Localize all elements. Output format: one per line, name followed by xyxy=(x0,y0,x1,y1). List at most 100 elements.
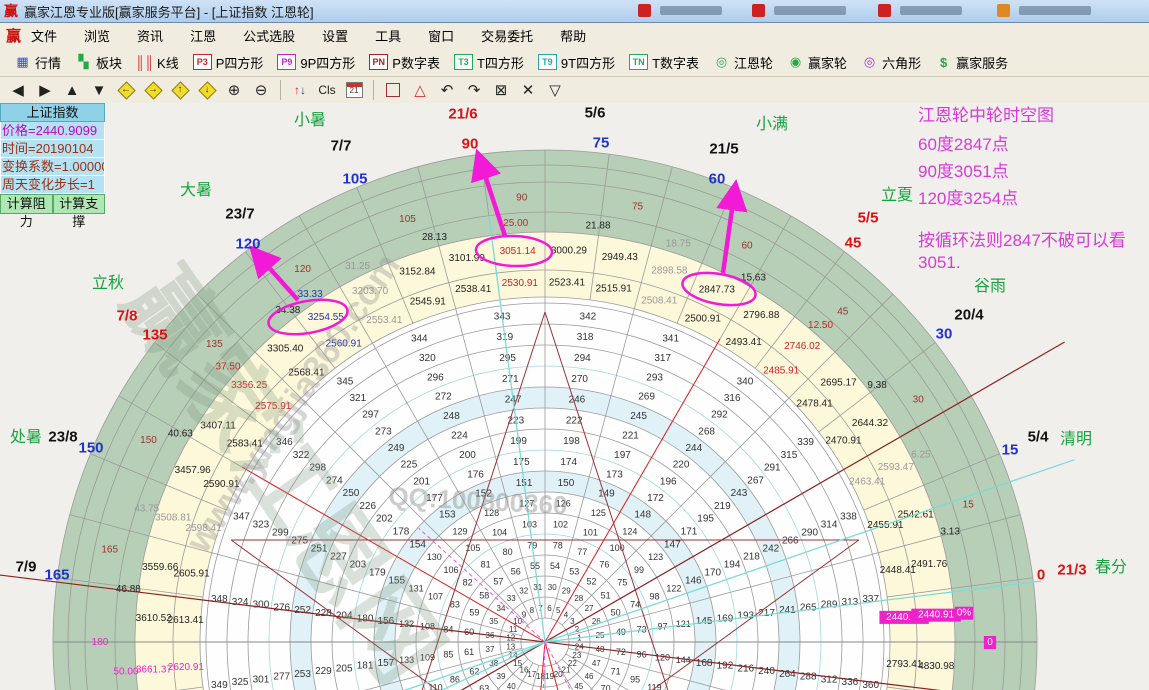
svg-text:3.13: 3.13 xyxy=(940,527,960,538)
menu-item-帮助[interactable]: 帮助 xyxy=(560,26,586,45)
svg-text:129: 129 xyxy=(453,526,468,536)
dia-down-button[interactable]: ↓ xyxy=(198,80,216,100)
funnel-button[interactable]: ▽ xyxy=(546,80,564,100)
svg-text:54: 54 xyxy=(550,561,560,571)
toolbar-button-T四方形[interactable]: T3T四方形 xyxy=(454,53,524,72)
degree-label-165: 165 xyxy=(44,567,69,584)
back-button[interactable]: ◀ xyxy=(9,80,27,100)
svg-text:241: 241 xyxy=(779,605,796,616)
updown-button[interactable]: ↑↓ xyxy=(291,80,309,100)
toolbar-button-赢家轮[interactable]: ◉赢家轮 xyxy=(787,53,847,72)
menu-item-窗口[interactable]: 窗口 xyxy=(428,26,454,45)
svg-text:340: 340 xyxy=(737,376,754,387)
svc-icon: $ xyxy=(935,55,952,70)
button-计算阻力[interactable]: 计算阻力 xyxy=(0,194,53,214)
toolbar-button-赢家服务[interactable]: $赢家服务 xyxy=(935,53,1008,72)
forward-button[interactable]: ▶ xyxy=(36,80,54,100)
titlebar-artifact-bar xyxy=(660,6,722,15)
svg-text:3610.52: 3610.52 xyxy=(136,613,173,624)
svg-text:252: 252 xyxy=(294,605,311,616)
menu-item-浏览[interactable]: 浏览 xyxy=(84,26,110,45)
toolbar-button-板块[interactable]: ▚板块 xyxy=(75,53,122,72)
titlebar-artifact-bar xyxy=(774,6,846,15)
toolbar-button-六角形[interactable]: ◎六角形 xyxy=(861,53,921,72)
degree-label-75: 75 xyxy=(593,135,610,152)
button-计算支撑[interactable]: 计算支撑 xyxy=(53,194,106,214)
index-info-panel: 上证指数 价格=2440.9099时间=20190104变换系数=1.00000… xyxy=(0,103,105,214)
svg-text:2545.91: 2545.91 xyxy=(410,297,447,308)
tn-icon: TN xyxy=(629,54,648,70)
titlebar-artifact-icon xyxy=(878,4,891,17)
menu-item-公式选股[interactable]: 公式选股 xyxy=(243,26,295,45)
dia-left-button[interactable]: ← xyxy=(117,80,135,100)
toolbar-button-P数字表[interactable]: PNP数字表 xyxy=(369,53,440,72)
menu-item-工具[interactable]: 工具 xyxy=(375,26,401,45)
tri-up-button[interactable]: ▲ xyxy=(63,80,81,100)
degree-label-105: 105 xyxy=(342,171,367,188)
dia-up-button[interactable]: ↑ xyxy=(171,80,189,100)
svg-text:13: 13 xyxy=(506,643,515,652)
svg-text:196: 196 xyxy=(660,476,677,487)
calendar-button[interactable]: 21 xyxy=(345,80,363,100)
svg-text:2746.02: 2746.02 xyxy=(784,341,821,352)
svg-text:76: 76 xyxy=(599,560,609,570)
svg-text:98: 98 xyxy=(649,592,659,602)
menu-item-资讯[interactable]: 资讯 xyxy=(137,26,163,45)
svg-text:3305.40: 3305.40 xyxy=(267,343,304,354)
svg-text:60: 60 xyxy=(741,241,753,252)
svg-text:266: 266 xyxy=(782,535,799,546)
square-button[interactable] xyxy=(384,80,402,100)
svg-text:301: 301 xyxy=(253,674,270,685)
titlebar-artifact-icon xyxy=(997,4,1010,17)
note-line: 120度3254点 xyxy=(918,184,1018,209)
shrink-button[interactable]: ✕ xyxy=(519,80,537,100)
svg-text:124: 124 xyxy=(622,526,637,536)
svg-text:267: 267 xyxy=(747,475,764,486)
svg-text:21.88: 21.88 xyxy=(585,220,610,231)
svg-text:37: 37 xyxy=(486,645,495,654)
toolbar-button-江恩轮[interactable]: ◎江恩轮 xyxy=(713,53,773,72)
diamond-up-icon: ↑ xyxy=(171,81,189,99)
menu-item-设置[interactable]: 设置 xyxy=(322,26,348,45)
menu-item-江恩[interactable]: 江恩 xyxy=(190,26,216,45)
rotate-ccw-button[interactable]: ↶ xyxy=(438,80,456,100)
triangle-button[interactable]: △ xyxy=(411,80,429,100)
svg-text:296: 296 xyxy=(427,372,444,383)
svg-text:99: 99 xyxy=(634,565,644,575)
toolbar-button-9T四方形[interactable]: T99T四方形 xyxy=(538,53,615,72)
note-line: 按循环法则2847不破可以看 xyxy=(918,226,1126,251)
degree-label-135: 135 xyxy=(142,327,167,344)
svg-text:300: 300 xyxy=(253,600,270,611)
zoom-out-button[interactable]: ⊖ xyxy=(252,80,270,100)
svg-text:218: 218 xyxy=(743,551,760,562)
tri-down-button[interactable]: ▼ xyxy=(90,80,108,100)
dia-right-button[interactable]: → xyxy=(144,80,162,100)
t3-icon: T3 xyxy=(454,54,473,70)
svg-text:229: 229 xyxy=(315,666,332,677)
toolbar-button-K线[interactable]: ║║K线 xyxy=(136,53,179,72)
svg-text:290: 290 xyxy=(801,527,818,538)
svg-text:268: 268 xyxy=(698,426,715,437)
svg-text:297: 297 xyxy=(362,410,379,421)
toolbar-button-9P四方形[interactable]: P99P四方形 xyxy=(277,53,355,72)
menu-item-交易委托[interactable]: 交易委托 xyxy=(481,26,533,45)
svg-text:224: 224 xyxy=(451,431,468,442)
gann-wheel-chart-area[interactable]: 1234567891011121314151617181920212223242… xyxy=(0,103,1149,690)
toolbar-button-行情[interactable]: ▦行情 xyxy=(14,53,61,72)
menu-item-文件[interactable]: 文件 xyxy=(31,26,57,45)
svg-text:317: 317 xyxy=(654,353,671,364)
toolbar-button-P四方形[interactable]: P3P四方形 xyxy=(193,53,264,72)
svg-text:104: 104 xyxy=(492,528,507,538)
svg-text:29: 29 xyxy=(562,587,571,596)
panel-field: 时间=20190104 xyxy=(0,140,105,158)
svg-text:2695.17: 2695.17 xyxy=(821,377,858,388)
rotate-cw-button[interactable]: ↷ xyxy=(465,80,483,100)
zoom-in-button[interactable]: ⊕ xyxy=(225,80,243,100)
degree-label-45: 45 xyxy=(845,235,862,252)
svg-text:324: 324 xyxy=(232,597,249,608)
cls-button[interactable]: Cls xyxy=(318,80,336,100)
toolbar-button-T数字表[interactable]: TNT数字表 xyxy=(629,53,699,72)
svg-text:102: 102 xyxy=(553,520,568,530)
box-x-button[interactable]: ⊠ xyxy=(492,80,510,100)
svg-text:315: 315 xyxy=(781,450,798,461)
